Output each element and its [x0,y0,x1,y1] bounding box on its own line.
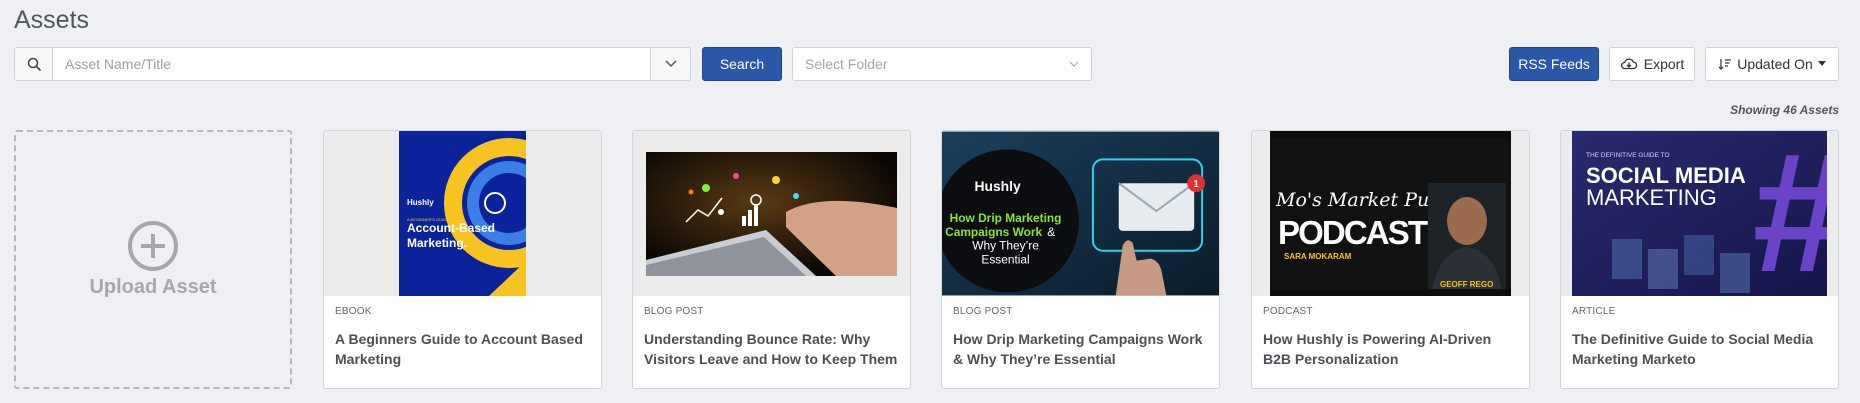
thumb-text: Why They’re [972,239,1039,253]
asset-type: BLOG POST [953,306,1013,317]
sort-button[interactable]: Updated On [1705,47,1839,81]
asset-type: BLOG POST [644,306,704,317]
plus-circle-icon [128,221,178,271]
thumb-guest: GEOFF REGO [1440,280,1493,289]
chevron-down-icon [1069,61,1079,67]
asset-card[interactable]: # THE DEFINITIVE GUIDE TO SOCIAL MEDIA M… [1560,130,1839,389]
asset-title[interactable]: Understanding Bounce Rate: Why Visitors … [644,329,899,369]
page-title: Assets [14,6,90,34]
thumb-headline: Account-Based [407,221,495,235]
search-input[interactable] [53,48,650,80]
sort-label: Updated On [1737,56,1813,72]
thumb-headline: Marketing. [407,236,467,250]
sort-icon [1718,59,1732,70]
thumb-text: How Drip Marketing [950,211,1062,225]
thumb-headline: MARKETING [1586,185,1717,210]
folder-select-placeholder: Select Folder [805,56,888,72]
asset-type: PODCAST [1263,306,1313,317]
thumb-show: PODCAST [1278,214,1428,251]
caret-down-icon [1817,61,1826,66]
search-button[interactable]: Search [702,47,782,81]
asset-count: Showing 46 Assets [1730,103,1839,117]
search-icon [15,48,53,80]
asset-type: EBOOK [335,306,372,317]
export-label: Export [1643,56,1685,72]
search-group [14,47,691,81]
thumb-brand: Hushly [407,198,434,207]
asset-card[interactable]: Mo's Market Pulse PODCAST SARA MOKARAM G… [1251,130,1530,389]
thumb-text: & [1047,225,1055,239]
upload-asset-card[interactable]: Upload Asset [14,130,292,389]
asset-card[interactable]: Hushly A BEGINNER'S GUIDE TO Account-Bas… [323,130,602,389]
asset-thumbnail: # THE DEFINITIVE GUIDE TO SOCIAL MEDIA M… [1561,131,1838,296]
folder-select[interactable]: Select Folder [792,47,1092,81]
export-button[interactable]: Export [1609,47,1695,81]
upload-asset-label: Upload Asset [89,276,217,298]
hashtag-icon: # [1750,131,1827,296]
search-dropdown-toggle[interactable] [650,48,690,80]
asset-title[interactable]: A Beginners Guide to Account Based Marke… [335,329,590,369]
asset-thumbnail: Mo's Market Pulse PODCAST SARA MOKARAM G… [1252,131,1529,296]
asset-card[interactable]: Hushly How Drip Marketing Campaigns Work… [941,130,1220,389]
asset-thumbnail: Hushly A BEGINNER'S GUIDE TO Account-Bas… [324,131,601,296]
asset-type: ARTICLE [1572,306,1616,317]
asset-thumbnail: Hushly How Drip Marketing Campaigns Work… [942,131,1219,296]
asset-card[interactable]: BLOG POST Understanding Bounce Rate: Why… [632,130,911,389]
asset-title[interactable]: The Definitive Guide to Social Media Mar… [1572,329,1827,369]
asset-title[interactable]: How Drip Marketing Campaigns Work & Why … [953,329,1208,369]
cloud-download-icon [1620,58,1637,70]
asset-title[interactable]: How Hushly is Powering AI-Driven B2B Per… [1263,329,1518,369]
thumb-host: SARA MOKARAM [1284,252,1352,261]
chevron-down-icon [664,60,677,68]
notification-badge: 1 [1193,179,1199,190]
thumb-text: Essential [981,253,1029,267]
thumb-brand: Hushly [974,178,1021,194]
asset-thumbnail [633,131,910,296]
rss-feeds-button[interactable]: RSS Feeds [1509,47,1599,81]
thumb-kicker: THE DEFINITIVE GUIDE TO [1586,152,1670,159]
thumb-text: Campaigns Work [945,225,1042,239]
